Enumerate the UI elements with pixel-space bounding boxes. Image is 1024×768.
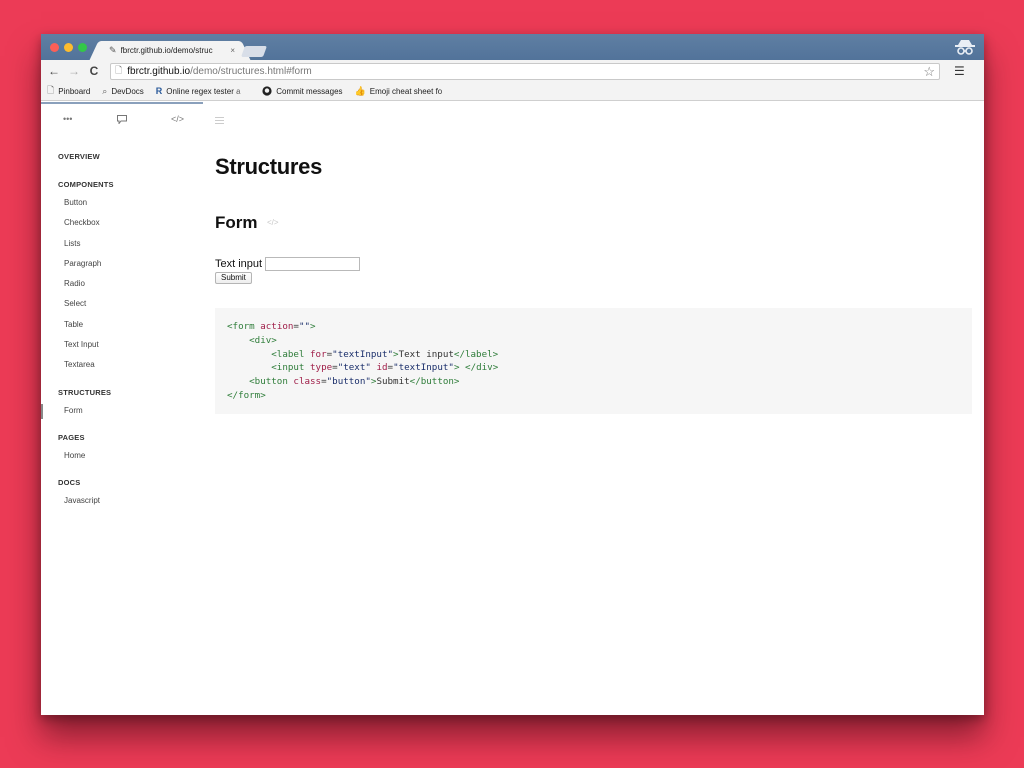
sidebar-item-text-input[interactable]: Text Input — [41, 335, 211, 355]
url-host: fbrctr.github.io — [127, 65, 191, 77]
back-button[interactable]: ← — [44, 64, 64, 78]
code-line: </form> — [227, 389, 266, 401]
incognito-icon — [955, 40, 975, 55]
sidebar-item-radio[interactable]: Radio — [41, 274, 211, 294]
regex-icon: R — [155, 86, 163, 96]
maximize-window-button[interactable] — [78, 43, 87, 52]
minimize-window-button[interactable] — [64, 43, 73, 52]
browser-menu-icon[interactable]: ☰ — [954, 64, 965, 78]
sidebar-item-lists[interactable]: Lists — [41, 234, 211, 254]
code-line: <input type="text" id="textInput"> </div… — [271, 362, 499, 374]
bookmark-star-icon[interactable]: ☆ — [923, 64, 935, 80]
code-line: <form action=""> — [227, 321, 316, 332]
address-bar[interactable]: 🗋 fbrctr.github.io/demo/structures.html#… — [110, 62, 940, 80]
page-viewport: ••• </> OVERVIEW COMPONENTS Button Check… — [41, 102, 984, 715]
page-icon: 🗋 — [47, 85, 55, 95]
github-icon — [262, 86, 272, 96]
thumbs-up-icon: 👍 — [354, 85, 366, 96]
sidebar-item-button[interactable]: Button — [41, 193, 211, 213]
sidebar-toolbar: ••• </> — [41, 114, 241, 128]
text-input-label: Text input — [215, 258, 263, 270]
code-line: <button class="button">Submit</button> — [249, 376, 460, 388]
browser-tab[interactable]: ✎ fbrctr.github.io/demo/struc × — [99, 41, 241, 60]
page-title: Structures — [215, 154, 323, 179]
sidebar-section-components[interactable]: COMPONENTS — [41, 180, 211, 193]
sidebar-item-javascript[interactable]: Javascript — [41, 491, 211, 511]
sidebar-item-form[interactable]: Form — [41, 401, 211, 421]
browser-toolbar: ← → C 🗋 fbrctr.github.io/demo/structures… — [41, 60, 984, 82]
comment-icon[interactable] — [117, 115, 127, 124]
bookmarks-bar: 🗋 Pinboard ⌕ DevDocs R Online regex test… — [41, 82, 984, 101]
bookmark-label: Pinboard — [58, 86, 91, 96]
progress-indicator — [41, 102, 203, 104]
code-icon[interactable]: </> — [171, 114, 184, 124]
sidebar-item-home[interactable]: Home — [41, 446, 211, 466]
hamburger-icon[interactable] — [215, 117, 224, 124]
tab-strip: ✎ fbrctr.github.io/demo/struc × — [41, 34, 984, 60]
bookmark-commit-messages[interactable]: Commit messages — [262, 86, 343, 96]
code-line: <label for="textInput">Text input</label… — [271, 348, 499, 360]
sidebar-section-structures[interactable]: STRUCTURES — [41, 388, 211, 401]
page-icon: 🗋 — [115, 65, 123, 75]
sidebar-item-table[interactable]: Table — [41, 315, 211, 335]
bookmark-label: Online regex tester a — [166, 86, 241, 96]
demo-form: Text input — [215, 257, 361, 271]
reload-button[interactable]: C — [84, 64, 104, 78]
bookmark-emoji-cheat-sheet[interactable]: 👍 Emoji cheat sheet fo — [355, 86, 456, 97]
more-icon[interactable]: ••• — [63, 114, 72, 124]
url-path: /demo/structures.html#form — [190, 65, 312, 77]
sidebar-nav: OVERVIEW COMPONENTS Button Checkbox List… — [41, 152, 211, 512]
tab-close-icon[interactable]: × — [230, 46, 235, 55]
close-window-button[interactable] — [50, 43, 59, 52]
bookmark-regex-tester[interactable]: R Online regex tester a — [156, 86, 251, 96]
tab-title: fbrctr.github.io/demo/struc — [120, 46, 213, 55]
forward-button[interactable]: → — [64, 64, 84, 78]
bookmark-devdocs[interactable]: ⌕ DevDocs — [102, 86, 144, 97]
sidebar-section-pages[interactable]: PAGES — [41, 433, 211, 446]
sidebar-section-docs[interactable]: DOCS — [41, 478, 211, 491]
search-icon: ⌕ — [102, 85, 108, 96]
submit-button[interactable]: Submit — [215, 272, 252, 284]
feather-icon: ✎ — [109, 45, 117, 55]
sidebar-item-select[interactable]: Select — [41, 294, 211, 314]
sidebar-item-checkbox[interactable]: Checkbox — [41, 213, 211, 233]
code-block: <form action=""> <div> <label for="textI… — [215, 308, 972, 414]
browser-window: ✎ fbrctr.github.io/demo/struc × ← → C 🗋 … — [41, 34, 984, 715]
new-tab-button[interactable] — [240, 46, 268, 57]
sidebar-item-textarea[interactable]: Textarea — [41, 355, 211, 375]
bookmark-label: DevDocs — [111, 86, 144, 96]
code-line: <div> — [249, 334, 277, 346]
bookmark-label: Commit messages — [276, 86, 343, 96]
sidebar-item-paragraph[interactable]: Paragraph — [41, 254, 211, 274]
code-toggle-icon[interactable]: </> — [267, 218, 279, 227]
section-title: Form — [215, 213, 258, 232]
sidebar-section-overview[interactable]: OVERVIEW — [41, 152, 211, 180]
bookmark-label: Emoji cheat sheet fo — [369, 86, 443, 96]
bookmark-pinboard[interactable]: 🗋 Pinboard — [47, 83, 90, 99]
text-input-field[interactable] — [265, 257, 361, 271]
